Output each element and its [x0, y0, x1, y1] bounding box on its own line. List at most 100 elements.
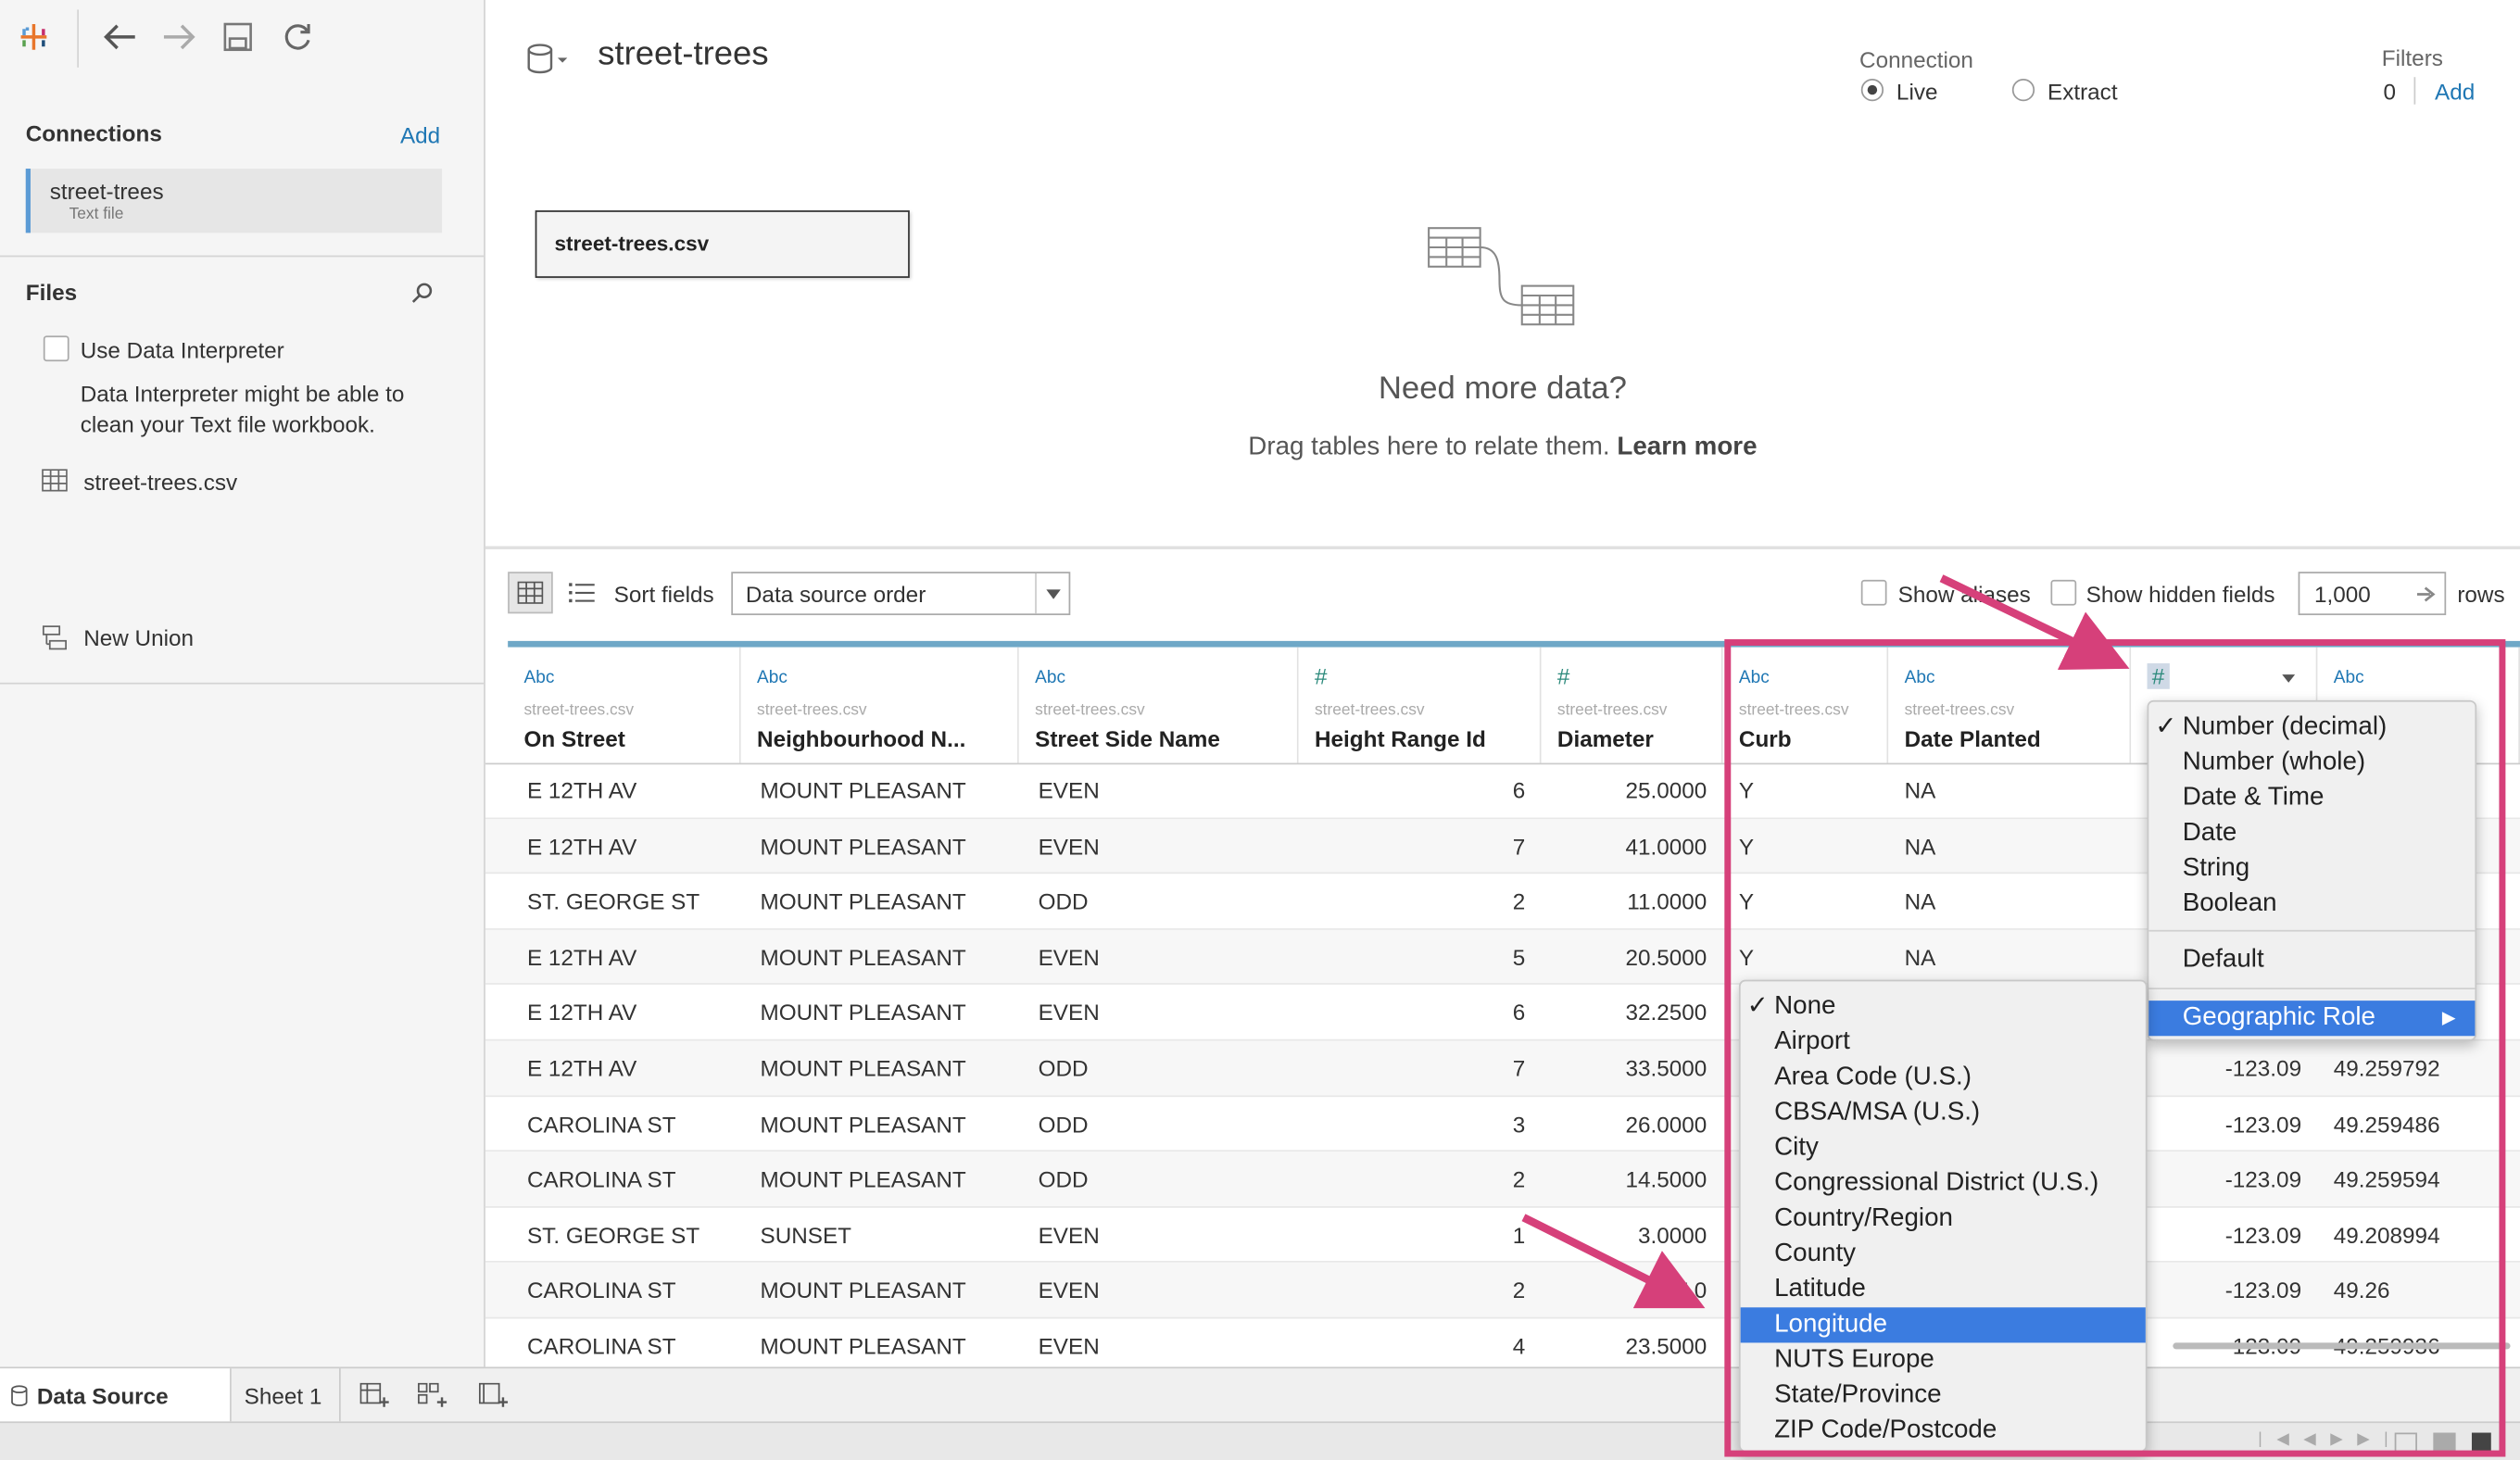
left-sidebar: Connections Add street-trees Text file F… — [0, 0, 485, 1367]
table-cell: ST. GEORGE ST — [526, 1222, 700, 1248]
table-cell: 7 — [1512, 833, 1526, 859]
drag-tables-hint: Drag tables here to relate them. — [1248, 434, 1610, 461]
forward-arrow-icon[interactable] — [158, 16, 199, 57]
new-union-item[interactable]: New Union — [83, 624, 194, 650]
show-hidden-label: Show hidden fields — [2085, 581, 2275, 608]
table-cell: MOUNT PLEASANT — [760, 1333, 966, 1359]
connection-name: street-trees — [49, 178, 164, 205]
table-cell: ODD — [1038, 1166, 1089, 1192]
string-type-icon[interactable]: Abc — [524, 668, 555, 687]
arrow-right-icon[interactable] — [2416, 583, 2437, 611]
data-interpreter-note: Data Interpreter might be able to clean … — [80, 380, 405, 437]
table-cell: CAROLINA ST — [526, 1166, 676, 1192]
number-type-icon[interactable]: # — [1315, 663, 1328, 689]
string-type-icon[interactable]: Abc — [1035, 668, 1065, 687]
tab-sheet-1-label: Sheet 1 — [244, 1381, 322, 1408]
need-more-data-title: Need more data? — [1378, 371, 1627, 407]
column-source: street-trees.csv — [1314, 701, 1425, 720]
sidebar-divider — [0, 682, 485, 685]
list-view-button[interactable] — [560, 572, 605, 613]
connection-item[interactable]: street-trees Text file — [25, 169, 443, 233]
data-interpreter-checkbox[interactable] — [43, 335, 69, 362]
file-item-street-trees[interactable]: street-trees.csv — [83, 469, 237, 495]
column-header[interactable]: Abc street-trees.csv On Street — [508, 647, 741, 763]
table-cell: 6 — [1512, 1000, 1526, 1026]
table-cell: EVEN — [1038, 833, 1100, 859]
table-cell: 4 — [1512, 1333, 1526, 1359]
sort-fields-label: Sort fields — [613, 581, 714, 608]
tab-data-source[interactable]: Data Source — [0, 1368, 232, 1422]
table-cell: 5 — [1512, 944, 1526, 970]
table-cell: EVEN — [1038, 1222, 1100, 1248]
new-worksheet-icon[interactable] — [350, 1368, 398, 1421]
show-hidden-checkbox[interactable] — [2050, 579, 2077, 606]
toolbar-divider — [77, 9, 79, 68]
sidebar-divider — [0, 255, 485, 258]
table-cell: CAROLINA ST — [526, 1278, 676, 1303]
sort-fields-select[interactable]: Data source order — [731, 572, 1071, 616]
table-cell: ODD — [1038, 1111, 1089, 1137]
canvas-divider — [485, 546, 2520, 549]
table-cell: 20.5000 — [1625, 944, 1707, 970]
rows-input[interactable]: 1,000 — [2298, 572, 2447, 616]
table-cell: CAROLINA ST — [526, 1333, 676, 1359]
learn-more-link[interactable]: Learn more — [1617, 434, 1757, 460]
new-story-icon[interactable] — [470, 1368, 518, 1421]
column-name[interactable]: Neighbourhood N... — [757, 726, 965, 752]
table-cell: 41.0000 — [1625, 833, 1707, 859]
show-aliases-label: Show aliases — [1897, 581, 2031, 608]
column-name[interactable]: Diameter — [1557, 726, 1654, 752]
column-source: street-trees.csv — [1556, 701, 1668, 720]
table-cell: ST. GEORGE ST — [526, 888, 700, 914]
column-name[interactable]: Height Range Id — [1315, 726, 1486, 752]
column-header[interactable]: Abc street-trees.csv Neighbourhood N... — [740, 647, 1019, 763]
string-type-icon[interactable]: Abc — [757, 668, 788, 687]
table-cell: ODD — [1038, 1055, 1089, 1081]
connections-heading: Connections — [25, 120, 162, 146]
table-cell: MOUNT PLEASANT — [760, 944, 966, 970]
column-source: street-trees.csv — [1035, 701, 1145, 720]
table-cell: E 12TH AV — [526, 944, 637, 970]
column-name[interactable]: Street Side Name — [1035, 726, 1220, 752]
search-icon[interactable] — [405, 274, 440, 309]
table-cell: EVEN — [1038, 1278, 1100, 1303]
table-cell: MOUNT PLEASANT — [760, 1111, 966, 1137]
files-heading: Files — [25, 279, 78, 306]
show-aliases-checkbox[interactable] — [1860, 579, 1887, 606]
table-cell: 17.0 — [1662, 1278, 1707, 1303]
column-name[interactable]: On Street — [524, 726, 625, 752]
data-interpreter-label: Use Data Interpreter — [80, 337, 284, 363]
new-dashboard-icon[interactable] — [409, 1368, 457, 1421]
table-cell: E 12TH AV — [526, 833, 637, 859]
grid-view-button[interactable] — [508, 572, 553, 614]
datasource-tab-icon — [11, 1384, 28, 1406]
table-cell: MOUNT PLEASANT — [760, 1000, 966, 1026]
table-cell: 3 — [1512, 1111, 1526, 1137]
tableau-logo-icon[interactable] — [13, 16, 55, 57]
tab-sheet-1[interactable]: Sheet 1 — [232, 1368, 341, 1422]
column-header[interactable]: # street-trees.csv Diameter — [1541, 647, 1723, 763]
number-type-icon[interactable]: # — [1557, 663, 1570, 689]
table-cell: MOUNT PLEASANT — [760, 1055, 966, 1081]
column-header[interactable]: Abc street-trees.csv Street Side Name — [1018, 647, 1299, 763]
relate-tables-icon — [1426, 225, 1581, 336]
table-cell: 23.5000 — [1625, 1333, 1707, 1359]
table-cell: E 12TH AV — [526, 777, 637, 803]
table-cell: 2 — [1512, 1166, 1526, 1192]
union-icon — [39, 622, 71, 654]
table-cell: 32.2500 — [1625, 1000, 1707, 1026]
refresh-icon[interactable] — [276, 16, 318, 57]
table-cell: E 12TH AV — [526, 1055, 637, 1081]
column-header[interactable]: # street-trees.csv Height Range Id — [1298, 647, 1542, 763]
table-cell: 2 — [1512, 888, 1526, 914]
table-cell: EVEN — [1038, 1000, 1100, 1026]
table-cell: 1 — [1512, 1222, 1526, 1248]
tab-data-source-label: Data Source — [36, 1381, 169, 1408]
back-arrow-icon[interactable] — [100, 16, 142, 57]
add-connection-link[interactable]: Add — [400, 122, 440, 148]
need-more-data-text: Drag tables here to relate them. Learn m… — [485, 434, 2520, 462]
save-icon[interactable] — [217, 16, 258, 57]
column-source: street-trees.csv — [757, 701, 867, 720]
table-cell: EVEN — [1038, 777, 1100, 803]
rows-value: 1,000 — [2313, 581, 2371, 608]
